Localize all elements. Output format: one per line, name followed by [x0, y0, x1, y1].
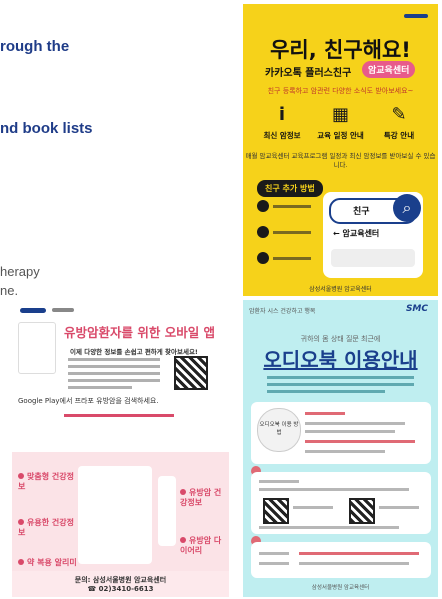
step-bullet — [257, 252, 269, 264]
text-line — [293, 506, 333, 509]
footer-phone: ☎ 02)3410-6613 — [87, 585, 154, 593]
highlight-line — [305, 440, 415, 443]
divider — [64, 414, 174, 417]
smc-logo: SMC — [405, 304, 428, 314]
search-mockup: 친구 ⌕ — [329, 194, 421, 224]
feature-label-right: 유방암 건강정보 — [180, 488, 222, 507]
hospital-logo — [52, 308, 74, 312]
step-bullet — [257, 226, 269, 238]
intro-lines — [267, 376, 414, 397]
qr-code — [174, 356, 208, 390]
feature-item: ✎ 특강 안내 — [374, 104, 424, 141]
poster-kicker: 귀하의 몸 상태 질문 최근에 — [300, 335, 381, 343]
qr-code — [263, 498, 289, 524]
text-line — [305, 450, 385, 453]
description-lines — [68, 358, 160, 393]
steps-list — [257, 200, 317, 278]
article-body-line: herapy — [0, 264, 40, 279]
text-line — [259, 488, 409, 491]
pencil-icon: ✎ — [391, 104, 407, 125]
calendar-icon: ▦ — [331, 104, 349, 125]
feature-label-left: 맞춤형 건강정보 — [18, 472, 74, 491]
poster-subtitle: 카카오톡 플러스친구 — [265, 68, 352, 79]
app-screenshot — [158, 476, 176, 546]
feature-icons: i 최신 암정보 ▦ 교육 일정 안내 ✎ 특강 안내 — [257, 104, 424, 141]
poster-footer: 삼성서울병원 암교육센터 — [311, 585, 370, 591]
search-icon: ⌕ — [393, 194, 421, 222]
center-badge: 암교육센터 — [362, 61, 416, 78]
usage-circle: 오디오북 이용 방법 — [257, 408, 301, 452]
footer-contact: 문의: 삼성서울병원 암교육센터 — [74, 576, 167, 584]
phone-image — [18, 322, 56, 374]
highlight-line — [299, 552, 419, 555]
feature-label-right: 유방암 다이어리 — [180, 536, 222, 555]
highlight-line — [305, 412, 345, 415]
feature-label-left: 유용한 건강정보 — [18, 518, 74, 537]
step-text-line — [273, 204, 311, 208]
feature-item: ▦ 교육 일정 안내 — [316, 104, 366, 141]
phone-list-item — [331, 249, 415, 267]
article-body-line: ne. — [0, 283, 19, 298]
poster-footer: 삼성서울병원 암교육센터 — [309, 286, 372, 293]
feature-label: 최신 암정보 — [263, 131, 301, 140]
feature-label: 교육 일정 안내 — [317, 131, 364, 140]
step-item — [257, 200, 317, 212]
inquiry-box — [251, 542, 431, 578]
app-screenshot — [78, 466, 152, 564]
poster-header: 암환자 시스 건강하고 행복 — [249, 308, 316, 315]
poster-title: 우리, 친구해요! — [270, 38, 411, 62]
info-icon: i — [278, 104, 286, 125]
samsung-logo — [404, 14, 428, 18]
text-line — [259, 480, 299, 483]
back-label: ← 암교육센터 — [333, 229, 380, 238]
poster-footer: 문의: 삼성서울병원 암교육센터 ☎ 02)3410-6613 — [12, 571, 229, 597]
qr-code — [349, 498, 375, 524]
text-line — [259, 526, 399, 529]
poster-subtitle: 이제 다양한 정보를 손쉽고 편하게 찾아보세요! — [70, 348, 198, 356]
step-text-line — [273, 256, 311, 260]
search-value: 친구 — [353, 207, 370, 217]
step-bullet — [257, 200, 269, 212]
audiobook-poster[interactable]: 암환자 시스 건강하고 행복 SMC 귀하의 몸 상태 질문 최근에 오디오북 … — [243, 300, 438, 597]
feature-item: i 최신 암정보 — [257, 104, 307, 141]
step-item — [257, 226, 317, 238]
step-text-line — [273, 230, 311, 234]
text-line — [259, 562, 289, 565]
poster-title: 유방암환자를 위한 오바일 앱 — [64, 325, 216, 340]
feature-label-left: 약 복용 알리미 — [18, 558, 88, 568]
mobile-app-poster[interactable]: 유방암환자를 위한 오바일 앱 이제 다양한 정보를 손쉽고 편하게 찾아보세요… — [12, 300, 229, 597]
samsung-logo — [20, 308, 46, 313]
text-line — [259, 552, 289, 555]
poster-note: 매월 암교육센터 교육프로그램 일정과 최신 암정보를 받아보실 수 있습니다. — [245, 152, 436, 169]
text-line — [379, 506, 419, 509]
poster-title: 오디오북 이용안내 — [263, 348, 418, 372]
kakao-friend-poster[interactable]: 우리, 친구해요! 카카오톡 플러스친구 암교육센터 친구 등록하고 암관련 다… — [243, 4, 438, 296]
article-text-line: nd book lists — [0, 120, 93, 137]
text-line — [305, 430, 395, 433]
text-line — [305, 422, 405, 425]
text-line — [299, 562, 409, 565]
add-friend-label: 친구 추가 방법 — [257, 180, 323, 197]
article-text-line: rough the — [0, 38, 70, 55]
step-item — [257, 252, 317, 264]
google-play-text: Google Play에서 프라포 유방암을 검색하세요. — [18, 397, 159, 405]
feature-label: 특강 안내 — [383, 131, 415, 140]
poster-strip-text: 친구 등록하고 암관련 다양한 소식도 받아보세요~ — [267, 87, 414, 95]
